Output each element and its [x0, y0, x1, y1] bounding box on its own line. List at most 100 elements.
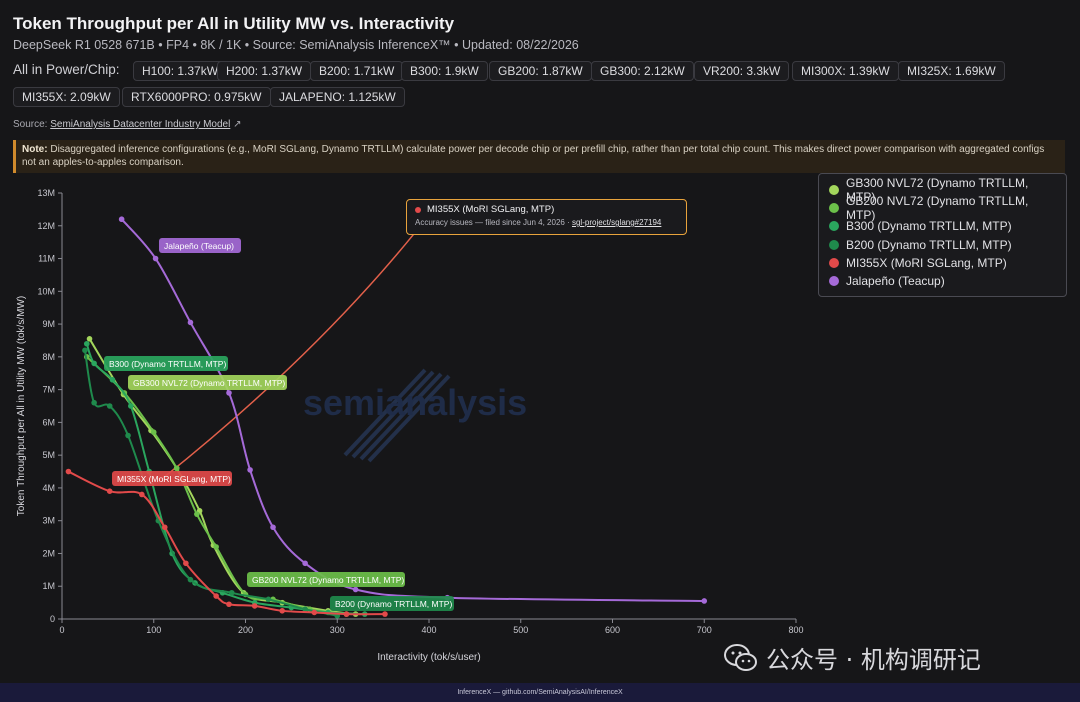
x-tick-label: 300: [330, 625, 345, 635]
series-badge-label: B300 (Dynamo TRTLLM, MTP): [109, 359, 226, 369]
series-line-mi355x: [67, 470, 385, 616]
note-text: Disaggregated inference configurations (…: [22, 144, 1045, 168]
footer-bar: InferenceX — github.com/SemiAnalysisAI/I…: [0, 683, 1080, 702]
data-point-mi355x: [161, 524, 168, 531]
chart-watermark: semianalysis: [303, 368, 527, 463]
y-tick-label: 0: [50, 614, 55, 624]
external-link-icon[interactable]: ↗: [233, 119, 241, 130]
power-chip: VR200: 3.3kW: [694, 61, 790, 81]
y-axis-label: Token Throughput per All in Utility MW (…: [16, 296, 27, 516]
power-chip: GB200: 1.87kW: [489, 61, 592, 81]
tooltip-description: Accuracy issues — filed since Jun 4, 202…: [415, 218, 678, 227]
x-tick-label: 600: [605, 625, 620, 635]
source-prefix: Source:: [13, 119, 48, 130]
data-point-jalapeno: [226, 390, 232, 396]
data-point-mi355x: [343, 611, 350, 617]
data-point-mi355x: [382, 611, 388, 617]
chart-legend: GB300 NVL72 (Dynamo TRTLLM, MTP) GB200 NV…: [818, 173, 1067, 297]
series-badge-b200: B200 (Dynamo TRTLLM, MTP): [330, 596, 454, 611]
data-point-b200: [91, 399, 97, 406]
tooltip-issue-link[interactable]: sgl-project/sglang#27194: [572, 218, 661, 227]
power-chip: RTX6000PRO: 0.975kW: [122, 87, 271, 107]
legend-label: Jalapeño (Teacup): [846, 274, 945, 289]
power-chip: JALAPENO: 1.125kW: [270, 87, 405, 107]
watermark-text: 公众号 · 机构调研记: [766, 646, 981, 674]
data-point-mi355x: [213, 593, 219, 599]
data-point-mi355x: [65, 468, 72, 475]
note-banner: Note: Disaggregated inference configurat…: [13, 140, 1065, 173]
data-point-gb200: [173, 465, 180, 472]
note-label: Note:: [22, 144, 48, 155]
y-tick-label: 1M: [42, 581, 55, 591]
series-badge-label: Jalapeño (Teacup): [164, 241, 234, 251]
legend-swatch-icon: [829, 257, 839, 268]
data-point-b300: [91, 360, 97, 367]
chart-axes: 0 1M 2M 3M 4M 5M 6M 7M 8M 9M 10M 11M 12M 13M 0 100 200 30…: [16, 188, 804, 663]
legend-swatch-icon: [829, 239, 839, 250]
data-point-mi355x: [251, 603, 258, 609]
data-point-b300: [109, 376, 116, 383]
data-point-mi355x: [279, 608, 286, 614]
legend-item[interactable]: Jalapeño (Teacup): [829, 272, 1056, 290]
wechat-watermark: 公众号 · 机构调研记: [724, 640, 981, 675]
data-point-gb300: [86, 336, 93, 342]
power-chip: MI300X: 1.39kW: [792, 61, 899, 81]
data-point-jalapeno: [187, 319, 194, 326]
x-tick-label: 100: [146, 625, 161, 635]
wechat-icon: [724, 643, 757, 671]
x-tick-label: 700: [697, 625, 712, 635]
y-tick-label: 3M: [42, 516, 55, 526]
x-axis-label: Interactivity (tok/s/user): [377, 652, 480, 663]
data-point-jalapeno: [701, 598, 708, 604]
tooltip-dot-icon: [415, 206, 421, 213]
power-per-chip-label: All in Power/Chip:: [13, 62, 120, 77]
power-chip: GB300: 2.12kW: [591, 61, 694, 81]
legend-item[interactable]: MI355X (MoRI SGLang, MTP): [829, 254, 1056, 272]
legend-item[interactable]: GB200 NVL72 (Dynamo TRTLLM, MTP): [829, 194, 1056, 222]
y-tick-label: 9M: [42, 319, 55, 329]
power-chip: MI325X: 1.69kW: [898, 61, 1005, 81]
x-tick-label: 800: [788, 625, 803, 635]
y-tick-label: 8M: [42, 352, 55, 362]
page-title: Token Throughput per All in Utility MW v…: [13, 14, 455, 33]
x-tick-label: 400: [421, 625, 436, 635]
y-tick-label: 11M: [38, 254, 55, 264]
tooltip-title-row: MI355X (MoRI SGLang, MTP): [415, 204, 678, 215]
y-tick-label: 12M: [37, 221, 55, 231]
power-chip: B200: 1.71kW: [310, 61, 404, 81]
data-point-gb200: [194, 511, 200, 517]
y-tick-label: 13M: [37, 188, 55, 198]
y-tick-label: 5M: [42, 450, 55, 460]
source-link[interactable]: SemiAnalysis Datacenter Industry Model: [50, 119, 230, 130]
tooltip-mi355x: MI355X (MoRI SGLang, MTP) Accuracy issue…: [406, 199, 687, 235]
tooltip-title: MI355X (MoRI SGLang, MTP): [427, 204, 555, 215]
data-point-jalapeno: [152, 255, 159, 262]
series-badge-b300: B300 (Dynamo TRTLLM, MTP): [104, 356, 228, 371]
data-point-b300: [128, 403, 134, 409]
data-point-gb200: [150, 429, 157, 436]
data-point-b300: [83, 340, 90, 347]
power-chip: H100: 1.37kW: [133, 61, 228, 81]
data-point-b200: [106, 403, 113, 409]
power-chip: H200: 1.37kW: [217, 61, 312, 81]
series-badge-label: MI355X (MoRI SGLang, MTP): [117, 474, 231, 484]
power-chip: B300: 1.9kW: [401, 61, 488, 81]
y-tick-label: 7M: [42, 385, 55, 395]
legend-label: B300 (Dynamo TRTLLM, MTP): [846, 219, 1012, 234]
legend-item[interactable]: B200 (Dynamo TRTLLM, MTP): [829, 236, 1056, 254]
series-badge-label: GB200 NVL72 (Dynamo TRTLLM, MTP): [252, 575, 404, 585]
power-chip: MI355X: 2.09kW: [13, 87, 120, 107]
data-point-mi355x: [311, 609, 318, 616]
page-subtitle: DeepSeek R1 0528 671B • FP4 • 8K / 1K • …: [13, 38, 579, 52]
series-badge-label: GB300 NVL72 (Dynamo TRTLLM, MTP): [133, 378, 285, 388]
y-tick-label: 10M: [37, 286, 55, 296]
data-point-jalapeno: [352, 586, 359, 593]
y-tick-label: 6M: [42, 417, 55, 427]
legend-label: B200 (Dynamo TRTLLM, MTP): [846, 237, 1012, 252]
data-point-b200: [187, 576, 194, 583]
data-point-mi355x: [106, 488, 113, 495]
x-tick-label: 0: [59, 625, 64, 635]
data-point-gb200: [213, 544, 219, 550]
data-point-b200: [125, 432, 131, 439]
legend-label: GB200 NVL72 (Dynamo TRTLLM, MTP): [846, 194, 1029, 223]
